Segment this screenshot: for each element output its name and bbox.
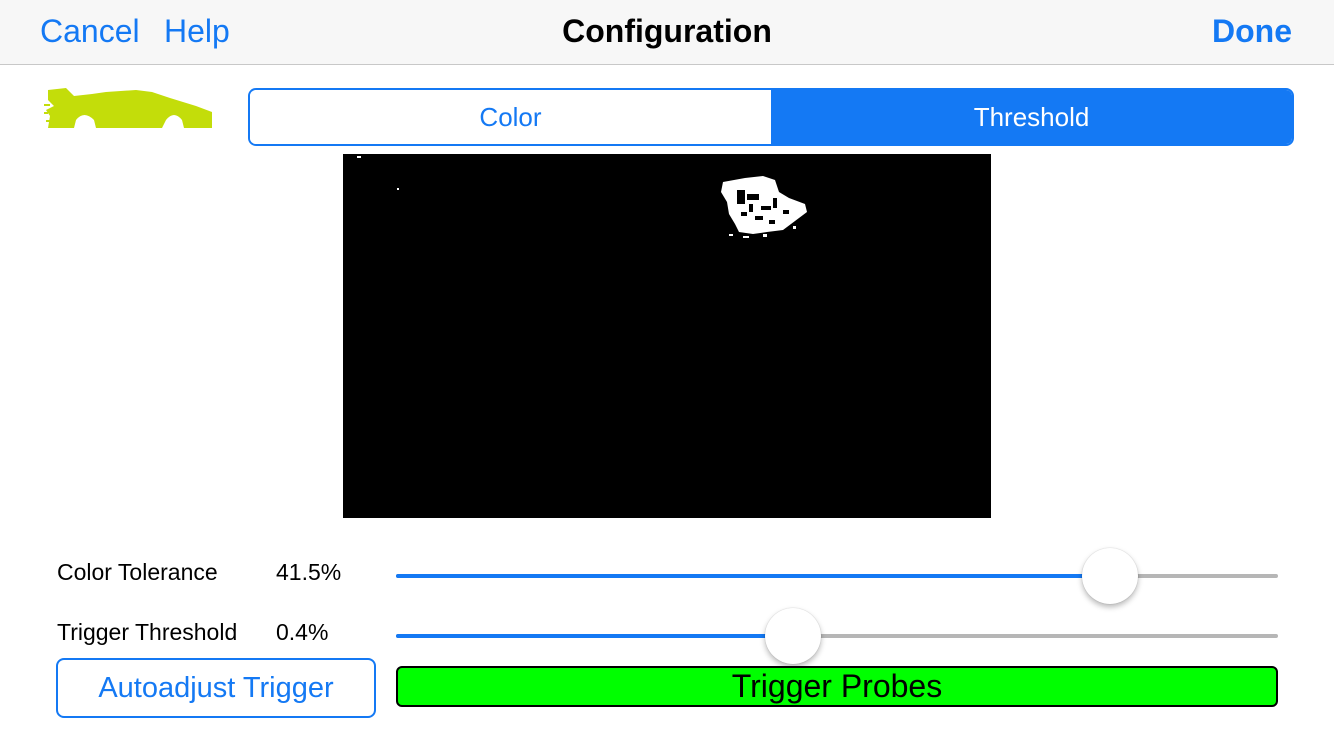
autoadjust-trigger-button[interactable]: Autoadjust Trigger (56, 658, 376, 718)
trigger-threshold-slider[interactable] (396, 608, 1278, 664)
trigger-probes-button[interactable]: Trigger Probes (396, 666, 1278, 707)
threshold-preview-image (343, 154, 991, 518)
trigger-threshold-value: 0.4% (276, 619, 329, 645)
slider-fill (396, 634, 793, 638)
color-tolerance-slider[interactable] (396, 548, 1278, 604)
slider-thumb[interactable] (765, 608, 821, 664)
page-title: Configuration (562, 13, 772, 49)
slider-thumb[interactable] (1082, 548, 1138, 604)
slider-fill (396, 574, 1110, 578)
color-tolerance-label: Color Tolerance (57, 559, 218, 585)
color-tolerance-value: 41.5% (276, 559, 342, 585)
mode-segmented-control: Color Threshold (248, 88, 1294, 146)
car-silhouette-icon (44, 86, 216, 132)
tab-threshold[interactable]: Threshold (771, 90, 1292, 144)
done-button[interactable]: Done (1212, 12, 1292, 50)
tab-color[interactable]: Color (250, 90, 771, 144)
trigger-threshold-label: Trigger Threshold (57, 619, 238, 645)
navigation-bar: Cancel Help Configuration Done (0, 0, 1334, 65)
